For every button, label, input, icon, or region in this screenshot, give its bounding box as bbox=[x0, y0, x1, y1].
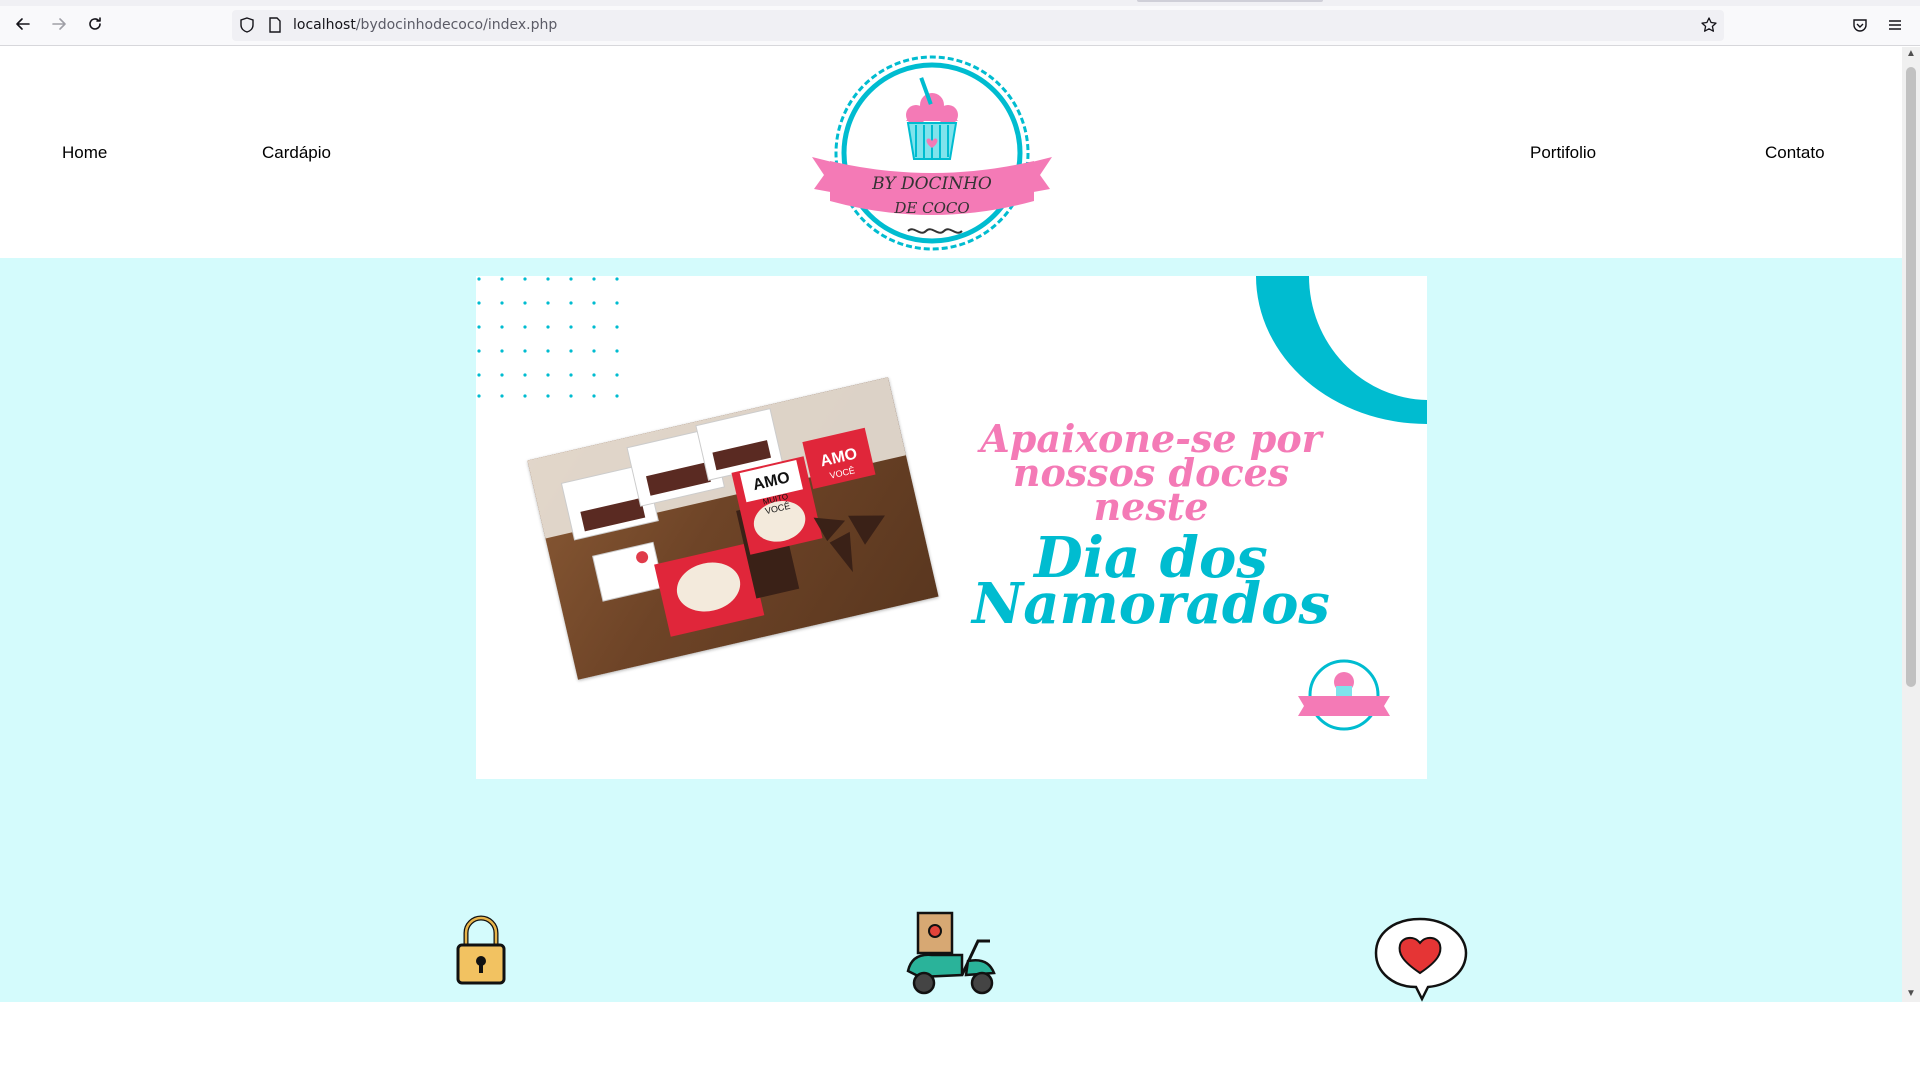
headline-teal-line2: Namorados bbox=[972, 571, 1330, 637]
banner-small-logo bbox=[1298, 659, 1390, 731]
headline-line3: neste bbox=[1093, 484, 1209, 529]
scroll-up-icon[interactable]: ▲ bbox=[1906, 49, 1916, 59]
nav-portifolio[interactable]: Portifolio bbox=[1530, 143, 1596, 163]
scroll-down-icon[interactable]: ▼ bbox=[1906, 989, 1916, 999]
nav-home[interactable]: Home bbox=[62, 143, 107, 163]
site-logo[interactable]: BY DOCINHO DE COCO bbox=[812, 53, 1052, 253]
url-path: /bydocinhodecoco/index.php bbox=[355, 17, 558, 33]
shield-icon[interactable] bbox=[238, 16, 256, 34]
bookmark-star-icon[interactable] bbox=[1700, 16, 1718, 34]
sweets-photo: AMO MUITO AMO VOCÊ VOCÊ bbox=[527, 377, 939, 680]
teal-arc-decoration bbox=[1256, 276, 1427, 424]
hero-section: AMO MUITO AMO VOCÊ VOCÊ Apaixone-se por … bbox=[0, 258, 1902, 1002]
logo-line1: BY DOCINHO bbox=[871, 174, 992, 194]
browser-tab-strip bbox=[0, 0, 1920, 6]
page-scrollbar[interactable]: ▲ ▼ bbox=[1902, 47, 1920, 1002]
nav-cardapio[interactable]: Cardápio bbox=[262, 143, 331, 163]
logo-line2: DE COCO bbox=[893, 199, 969, 217]
hero-banner[interactable]: AMO MUITO AMO VOCÊ VOCÊ Apaixone-se por … bbox=[476, 276, 1427, 779]
padlock-icon bbox=[454, 913, 508, 992]
forward-icon[interactable] bbox=[48, 13, 70, 35]
pocket-icon[interactable] bbox=[1851, 16, 1869, 34]
heart-speech-bubble-icon bbox=[1372, 915, 1468, 1002]
page-viewport: Home Cardápio Portifolio Contato BY DOCI… bbox=[0, 47, 1902, 1002]
url-host: localhost bbox=[293, 17, 356, 33]
delivery-scooter-icon bbox=[902, 911, 1002, 1002]
scroll-thumb[interactable] bbox=[1906, 67, 1916, 687]
nav-contato[interactable]: Contato bbox=[1765, 143, 1825, 163]
site-header: Home Cardápio Portifolio Contato BY DOCI… bbox=[0, 47, 1902, 258]
dot-grid-decoration bbox=[477, 277, 619, 398]
page-icon bbox=[266, 16, 284, 34]
browser-tab-indicator[interactable] bbox=[1137, 0, 1323, 2]
menu-icon[interactable] bbox=[1886, 16, 1904, 34]
url-text[interactable]: localhost/bydocinhodecoco/index.php bbox=[293, 17, 557, 33]
back-icon[interactable] bbox=[12, 13, 34, 35]
reload-icon[interactable] bbox=[84, 13, 106, 35]
